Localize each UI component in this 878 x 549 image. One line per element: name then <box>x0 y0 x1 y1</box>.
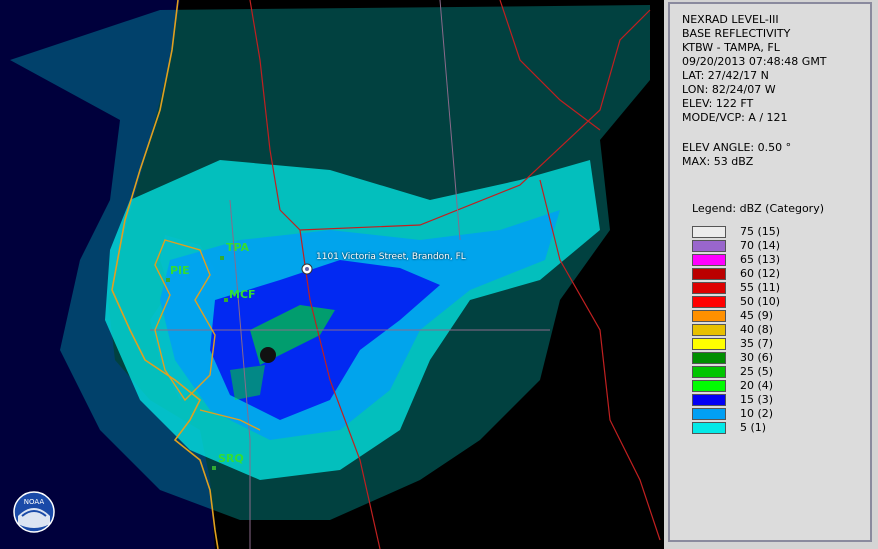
info-line-datetime: 09/20/2013 07:48:48 GMT <box>682 55 827 68</box>
legend-label: 75 (15) <box>740 225 781 238</box>
location-pin-icon[interactable] <box>300 262 314 276</box>
site-label-pie: PIE <box>170 264 190 277</box>
legend-row: 45 (9) <box>692 309 862 323</box>
legend-row: 15 (3) <box>692 393 862 407</box>
info-line-lon: LON: 82/24/07 W <box>682 83 776 96</box>
radar-site <box>260 347 276 363</box>
site-marker-pie <box>166 278 170 282</box>
legend-row: 75 (15) <box>692 225 862 239</box>
legend-row: 50 (10) <box>692 295 862 309</box>
legend-swatch <box>692 338 726 350</box>
legend-label: 35 (7) <box>740 337 774 350</box>
site-label-mcf: MCF <box>229 288 256 301</box>
site-marker-mcf <box>224 298 228 302</box>
legend-swatch <box>692 394 726 406</box>
radar-map-canvas <box>0 0 661 549</box>
legend-label: 10 (2) <box>740 407 774 420</box>
legend-label: 25 (5) <box>740 365 774 378</box>
legend-label: 15 (3) <box>740 393 774 406</box>
legend-swatch <box>692 366 726 378</box>
legend-label: 60 (12) <box>740 267 781 280</box>
legend-label: 50 (10) <box>740 295 781 308</box>
legend-row: 30 (6) <box>692 351 862 365</box>
info-line-elev: ELEV: 122 FT <box>682 97 754 110</box>
legend-row: 5 (1) <box>692 421 862 435</box>
info-line-mode: MODE/VCP: A / 121 <box>682 111 788 124</box>
legend-row: 70 (14) <box>692 239 862 253</box>
noaa-logo-text: NOAA <box>24 498 45 506</box>
info-line-lat: LAT: 27/42/17 N <box>682 69 769 82</box>
legend-swatch <box>692 254 726 266</box>
legend-swatch <box>692 226 726 238</box>
legend-row: 35 (7) <box>692 337 862 351</box>
legend-title: Legend: dBZ (Category) <box>692 202 824 215</box>
legend-row: 60 (12) <box>692 267 862 281</box>
noaa-logo-icon: NOAA <box>13 491 55 533</box>
info-panel: NEXRAD LEVEL-III BASE REFLECTIVITY KTBW … <box>668 2 872 542</box>
legend-swatch <box>692 268 726 280</box>
legend-label: 45 (9) <box>740 309 774 322</box>
legend-swatch <box>692 296 726 308</box>
info-line-max: MAX: 53 dBZ <box>682 155 754 168</box>
info-line-elev-angle: ELEV ANGLE: 0.50 ° <box>682 141 792 154</box>
legend-swatch <box>692 240 726 252</box>
legend-swatch <box>692 422 726 434</box>
legend-label: 65 (13) <box>740 253 781 266</box>
legend-label: 55 (11) <box>740 281 781 294</box>
location-label: 1101 Victoria Street, Brandon, FL <box>316 252 466 262</box>
legend-row: 40 (8) <box>692 323 862 337</box>
site-label-tpa: TPA <box>226 241 250 254</box>
site-label-srq: SRQ <box>218 452 244 465</box>
legend-swatch <box>692 352 726 364</box>
legend-row: 20 (4) <box>692 379 862 393</box>
legend-label: 70 (14) <box>740 239 781 252</box>
info-line-station: KTBW - TAMPA, FL <box>682 41 780 54</box>
site-marker-tpa <box>220 256 224 260</box>
legend-swatch <box>692 324 726 336</box>
legend-row: 25 (5) <box>692 365 862 379</box>
echo-green-south <box>230 365 265 400</box>
site-marker-srq <box>212 466 216 470</box>
legend-swatch <box>692 408 726 420</box>
legend-label: 40 (8) <box>740 323 774 336</box>
info-line-product: NEXRAD LEVEL-III <box>682 13 779 26</box>
legend-label: 30 (6) <box>740 351 774 364</box>
legend-swatch <box>692 310 726 322</box>
legend-label: 5 (1) <box>740 421 767 434</box>
legend-row: 10 (2) <box>692 407 862 421</box>
legend-label: 20 (4) <box>740 379 774 392</box>
info-line-type: BASE REFLECTIVITY <box>682 27 791 40</box>
legend-row: 65 (13) <box>692 253 862 267</box>
legend-row: 55 (11) <box>692 281 862 295</box>
legend-swatch <box>692 282 726 294</box>
legend-swatch <box>692 380 726 392</box>
radar-map[interactable]: TPA PIE MCF SRQ 1101 Victoria Street, Br… <box>0 0 664 549</box>
